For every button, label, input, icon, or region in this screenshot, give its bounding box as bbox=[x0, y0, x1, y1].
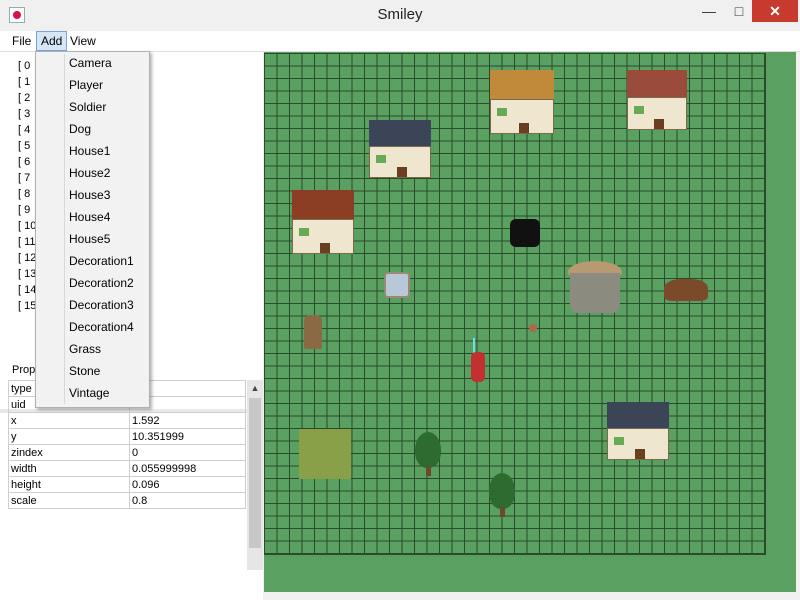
player-sprite[interactable] bbox=[469, 338, 485, 384]
menu-item-decoration2[interactable]: Decoration2 bbox=[36, 272, 149, 294]
house-sprite[interactable] bbox=[490, 70, 554, 134]
menu-item-house1[interactable]: House1 bbox=[36, 140, 149, 162]
scrollbar-thumb[interactable] bbox=[249, 398, 261, 548]
camera-sprite[interactable] bbox=[510, 219, 540, 247]
menu-item-camera[interactable]: Camera bbox=[36, 52, 149, 74]
properties-scrollbar[interactable]: ▲ bbox=[247, 380, 263, 570]
scroll-up-arrow-icon[interactable]: ▲ bbox=[247, 380, 263, 396]
tree-item[interactable]: [ 5 bbox=[18, 138, 36, 154]
house-sprite[interactable] bbox=[369, 120, 431, 178]
tree-item[interactable]: [ 6 bbox=[18, 154, 36, 170]
menu-item-house3[interactable]: House3 bbox=[36, 184, 149, 206]
tree-item[interactable]: [ 13 bbox=[18, 266, 36, 282]
window-title: Smiley bbox=[377, 6, 423, 23]
tree-item[interactable]: [ 4 bbox=[18, 122, 36, 138]
add-menu-dropdown: Camera Player Soldier Dog House1 House2 … bbox=[35, 51, 150, 408]
menu-bar: File Add View bbox=[0, 31, 800, 52]
table-row[interactable]: x 1.592 bbox=[8, 412, 246, 429]
property-value[interactable]: 0.055999998 bbox=[129, 460, 246, 477]
tree-item[interactable]: [ 15 bbox=[18, 298, 36, 314]
menu-item-house4[interactable]: House4 bbox=[36, 206, 149, 228]
table-row[interactable]: y 10.351999 bbox=[8, 428, 246, 445]
tree-item[interactable]: [ 7 bbox=[18, 170, 36, 186]
scene-canvas[interactable] bbox=[264, 52, 796, 592]
property-value[interactable]: 0.096 bbox=[129, 476, 246, 493]
minimize-button[interactable]: — bbox=[692, 0, 726, 22]
title-bar: Smiley — □ ✕ bbox=[0, 0, 800, 32]
property-value[interactable]: 0 bbox=[129, 444, 246, 461]
dog-sprite[interactable] bbox=[664, 279, 708, 301]
property-value[interactable]: 1.592 bbox=[129, 412, 246, 429]
tree-item[interactable]: [ 14 bbox=[18, 282, 36, 298]
tree-sprite[interactable] bbox=[489, 473, 515, 517]
menu-item-soldier[interactable]: Soldier bbox=[36, 96, 149, 118]
tree-item[interactable]: [ 9 bbox=[18, 202, 36, 218]
tree-item[interactable]: [ 8 bbox=[18, 186, 36, 202]
house-sprite[interactable] bbox=[292, 190, 354, 254]
property-key: height bbox=[8, 476, 130, 493]
menu-item-house2[interactable]: House2 bbox=[36, 162, 149, 184]
menu-item-dog[interactable]: Dog bbox=[36, 118, 149, 140]
property-value[interactable]: 0.8 bbox=[129, 492, 246, 509]
soldier-sprite[interactable] bbox=[304, 315, 322, 349]
decoration-sprite[interactable] bbox=[529, 324, 537, 332]
grass-patch-sprite[interactable] bbox=[299, 429, 351, 479]
menu-add[interactable]: Add bbox=[36, 31, 68, 51]
fountain-sprite[interactable] bbox=[384, 272, 410, 298]
property-column-header[interactable]: Prop bbox=[12, 364, 35, 376]
tree-item[interactable]: [ 10 bbox=[18, 218, 36, 234]
property-key: x bbox=[8, 412, 130, 429]
menu-item-player[interactable]: Player bbox=[36, 74, 149, 96]
tree-item[interactable]: [ 12 bbox=[18, 250, 36, 266]
table-row[interactable]: height 0.096 bbox=[8, 476, 246, 493]
house-sprite[interactable] bbox=[627, 70, 687, 130]
table-row[interactable]: zindex 0 bbox=[8, 444, 246, 461]
property-value[interactable]: 10.351999 bbox=[129, 428, 246, 445]
tree-item[interactable]: [ 3 bbox=[18, 106, 36, 122]
tree-item[interactable]: [ 2 bbox=[18, 90, 36, 106]
property-key: width bbox=[8, 460, 130, 477]
menu-item-decoration1[interactable]: Decoration1 bbox=[36, 250, 149, 272]
property-key: scale bbox=[8, 492, 130, 509]
menu-item-stone[interactable]: Stone bbox=[36, 360, 149, 382]
property-key: y bbox=[8, 428, 130, 445]
table-row[interactable]: width 0.055999998 bbox=[8, 460, 246, 477]
menu-view[interactable]: View bbox=[66, 31, 100, 51]
menu-item-grass[interactable]: Grass bbox=[36, 338, 149, 360]
menu-item-vintage[interactable]: Vintage bbox=[36, 382, 149, 404]
menu-item-house5[interactable]: House5 bbox=[36, 228, 149, 250]
tree-item[interactable]: [ 1 bbox=[18, 74, 36, 90]
tree-item[interactable]: [ 11 bbox=[18, 234, 36, 250]
menu-gutter bbox=[64, 54, 65, 404]
maximize-button[interactable]: □ bbox=[726, 0, 752, 22]
tile-grid[interactable] bbox=[264, 53, 766, 555]
menu-item-decoration4[interactable]: Decoration4 bbox=[36, 316, 149, 338]
property-key: zindex bbox=[8, 444, 130, 461]
menu-file[interactable]: File bbox=[8, 31, 35, 51]
close-button[interactable]: ✕ bbox=[752, 0, 798, 22]
menu-item-decoration3[interactable]: Decoration3 bbox=[36, 294, 149, 316]
table-row[interactable]: scale 0.8 bbox=[8, 492, 246, 509]
entity-tree[interactable]: [ 0 [ 1 [ 2 [ 3 [ 4 [ 5 [ 6 [ 7 [ 8 [ 9 … bbox=[18, 58, 36, 314]
tree-sprite[interactable] bbox=[415, 432, 441, 476]
tree-item[interactable]: [ 0 bbox=[18, 58, 36, 74]
stone-tower-sprite[interactable] bbox=[568, 261, 622, 317]
house-sprite[interactable] bbox=[607, 402, 669, 460]
